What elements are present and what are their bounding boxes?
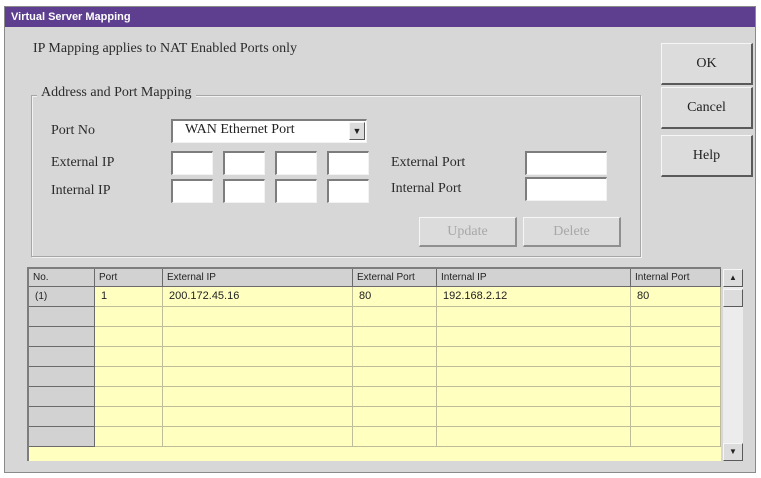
- table-cell[interactable]: [437, 427, 631, 447]
- arrow-down-icon[interactable]: ▼: [723, 443, 743, 461]
- column-header-port[interactable]: Port: [95, 269, 163, 287]
- external-ip-label: External IP: [51, 155, 115, 170]
- column-header-external-port[interactable]: External Port: [353, 269, 437, 287]
- table-cell[interactable]: [163, 347, 353, 367]
- internal-ip-label: Internal IP: [51, 183, 111, 198]
- table-row-header[interactable]: [29, 427, 95, 447]
- external-port-field[interactable]: [525, 151, 607, 175]
- arrow-up-icon[interactable]: ▲: [723, 269, 743, 287]
- table-cell[interactable]: [437, 387, 631, 407]
- table-cell-external-port[interactable]: 80: [353, 287, 437, 307]
- internal-port-label: Internal Port: [391, 181, 462, 196]
- table-cell[interactable]: [631, 407, 721, 427]
- external-ip-octet-3[interactable]: [275, 151, 317, 175]
- table-cell[interactable]: [631, 307, 721, 327]
- table-cell[interactable]: [163, 427, 353, 447]
- internal-port-field[interactable]: [525, 177, 607, 201]
- window-title: Virtual Server Mapping: [5, 7, 755, 27]
- port-no-select[interactable]: WAN Ethernet Port ▼: [171, 119, 367, 143]
- table-cell[interactable]: [437, 407, 631, 427]
- table-row-header[interactable]: [29, 347, 95, 367]
- internal-ip-octet-2[interactable]: [223, 179, 265, 203]
- column-header-internal-ip[interactable]: Internal IP: [437, 269, 631, 287]
- table-cell-internal-ip[interactable]: 192.168.2.12: [437, 287, 631, 307]
- table-cell[interactable]: [95, 387, 163, 407]
- table-cell[interactable]: [437, 367, 631, 387]
- help-button[interactable]: Help: [661, 135, 753, 177]
- table-cell-internal-port[interactable]: 80: [631, 287, 721, 307]
- table-cell[interactable]: [437, 327, 631, 347]
- table-cell[interactable]: [163, 367, 353, 387]
- update-button[interactable]: Update: [419, 217, 517, 247]
- table-cell[interactable]: [437, 347, 631, 367]
- table-row-header[interactable]: [29, 407, 95, 427]
- table-cell[interactable]: [95, 327, 163, 347]
- table-cell[interactable]: [95, 427, 163, 447]
- table-cell-external-ip[interactable]: 200.172.45.16: [163, 287, 353, 307]
- table-cell[interactable]: [631, 327, 721, 347]
- table-cell[interactable]: [163, 407, 353, 427]
- table-cell[interactable]: [95, 407, 163, 427]
- table-cell[interactable]: [95, 367, 163, 387]
- ok-button[interactable]: OK: [661, 43, 753, 85]
- table-cell[interactable]: [631, 347, 721, 367]
- table-cell[interactable]: [353, 427, 437, 447]
- scrollbar-thumb[interactable]: [723, 289, 743, 307]
- chevron-down-icon[interactable]: ▼: [349, 122, 365, 140]
- table-cell[interactable]: [353, 307, 437, 327]
- external-ip-octet-4[interactable]: [327, 151, 369, 175]
- column-header-internal-port[interactable]: Internal Port: [631, 269, 721, 287]
- internal-ip-octet-1[interactable]: [171, 179, 213, 203]
- table-cell[interactable]: [353, 407, 437, 427]
- internal-ip-octet-3[interactable]: [275, 179, 317, 203]
- table-cell[interactable]: [437, 307, 631, 327]
- table-row-number[interactable]: (1): [29, 287, 95, 307]
- table-cell[interactable]: [95, 347, 163, 367]
- table-cell[interactable]: [353, 367, 437, 387]
- delete-button[interactable]: Delete: [523, 217, 621, 247]
- port-no-label: Port No: [51, 123, 95, 138]
- table-cell[interactable]: [353, 387, 437, 407]
- cancel-button[interactable]: Cancel: [661, 87, 753, 129]
- external-port-label: External Port: [391, 155, 466, 170]
- mapping-table[interactable]: No. Port External IP External Port Inter…: [27, 267, 721, 461]
- external-ip-octet-2[interactable]: [223, 151, 265, 175]
- table-row-header[interactable]: [29, 387, 95, 407]
- table-cell[interactable]: [353, 327, 437, 347]
- table-cell[interactable]: [353, 347, 437, 367]
- table-row-header[interactable]: [29, 327, 95, 347]
- table-cell[interactable]: [95, 307, 163, 327]
- table-row-header[interactable]: [29, 367, 95, 387]
- column-header-external-ip[interactable]: External IP: [163, 269, 353, 287]
- virtual-server-mapping-dialog: Virtual Server Mapping IP Mapping applie…: [4, 6, 756, 473]
- table-cell[interactable]: [631, 367, 721, 387]
- internal-ip-octet-4[interactable]: [327, 179, 369, 203]
- group-label: Address and Port Mapping: [37, 85, 196, 101]
- table-cell-port[interactable]: 1: [95, 287, 163, 307]
- column-header-no[interactable]: No.: [29, 269, 95, 287]
- table-cell[interactable]: [163, 327, 353, 347]
- nat-notice: IP Mapping applies to NAT Enabled Ports …: [33, 41, 298, 56]
- table-scrollbar[interactable]: ▲ ▼: [723, 269, 743, 461]
- port-no-value: WAN Ethernet Port: [185, 122, 295, 137]
- external-ip-octet-1[interactable]: [171, 151, 213, 175]
- table-row-header[interactable]: [29, 307, 95, 327]
- table-cell[interactable]: [631, 387, 721, 407]
- table-cell[interactable]: [631, 427, 721, 447]
- table-cell[interactable]: [163, 387, 353, 407]
- table-cell[interactable]: [163, 307, 353, 327]
